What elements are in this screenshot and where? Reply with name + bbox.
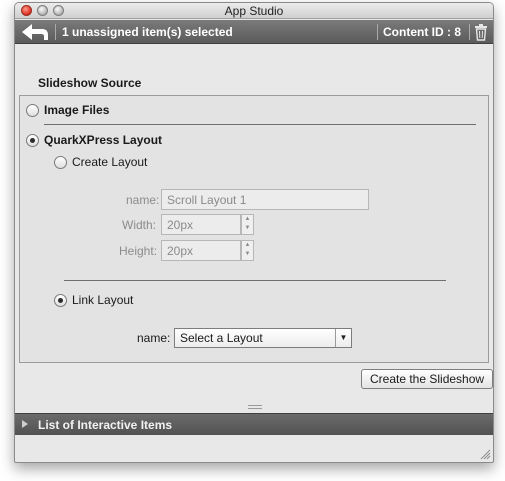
- stepper-up-icon[interactable]: ▲: [242, 215, 253, 224]
- window-title: App Studio: [224, 4, 284, 18]
- stepper-down-icon[interactable]: ▼: [242, 250, 253, 259]
- width-stepper[interactable]: ▲ ▼: [241, 214, 254, 235]
- toolbar: 1 unassigned item(s) selected Content ID…: [15, 20, 493, 44]
- quarkxpress-layout-label: QuarkXPress Layout: [44, 133, 163, 147]
- height-stepper[interactable]: ▲ ▼: [241, 240, 254, 261]
- layout-select[interactable]: Select a Layout ▼: [174, 328, 352, 348]
- height-label: Height:: [119, 244, 158, 258]
- selection-status: 1 unassigned item(s) selected: [62, 25, 233, 39]
- quarkxpress-layout-radio[interactable]: [26, 134, 39, 147]
- back-arrow-icon: [22, 24, 48, 40]
- splitter-grip[interactable]: [248, 405, 262, 406]
- resize-grip-icon[interactable]: [480, 449, 491, 460]
- width-label: Width:: [122, 218, 157, 232]
- content-id-label: Content ID : 8: [383, 25, 461, 39]
- trash-icon: [475, 24, 487, 41]
- layout-name-label: name:: [126, 193, 160, 207]
- divider: [64, 280, 446, 281]
- width-field[interactable]: 20px: [161, 214, 241, 235]
- toolbar-separator: [469, 24, 470, 40]
- stepper-down-icon[interactable]: ▼: [242, 224, 253, 233]
- title-bar: App Studio: [15, 3, 493, 19]
- image-files-radio[interactable]: [26, 104, 39, 117]
- chevron-down-icon: ▼: [335, 329, 351, 347]
- delete-button[interactable]: [473, 23, 489, 41]
- image-files-label: Image Files: [44, 103, 110, 117]
- create-slideshow-button[interactable]: Create the Slideshow: [361, 369, 493, 389]
- layout-select-value: Select a Layout: [180, 331, 263, 345]
- stepper-up-icon[interactable]: ▲: [242, 241, 253, 250]
- interactive-items-label: List of Interactive Items: [38, 418, 173, 432]
- back-button[interactable]: [18, 22, 52, 42]
- toolbar-separator: [55, 24, 56, 40]
- toolbar-separator: [377, 24, 378, 40]
- link-layout-name-label: name:: [137, 331, 171, 345]
- splitter-grip[interactable]: [248, 408, 262, 409]
- slideshow-source-heading: Slideshow Source: [38, 76, 142, 90]
- divider: [44, 124, 476, 125]
- disclosure-triangle-icon[interactable]: [22, 420, 28, 428]
- create-layout-radio[interactable]: [54, 156, 67, 169]
- app-studio-window: App Studio 1 unassigned item(s) selected…: [14, 2, 494, 463]
- slideshow-source-panel: Image Files QuarkXPress Layout Create La…: [19, 95, 489, 363]
- layout-name-field[interactable]: Scroll Layout 1: [161, 189, 369, 210]
- link-layout-label: Link Layout: [72, 293, 134, 307]
- interactive-items-bar[interactable]: List of Interactive Items: [15, 413, 493, 435]
- height-field[interactable]: 20px: [161, 240, 241, 261]
- create-layout-label: Create Layout: [72, 155, 148, 169]
- link-layout-radio[interactable]: [54, 294, 67, 307]
